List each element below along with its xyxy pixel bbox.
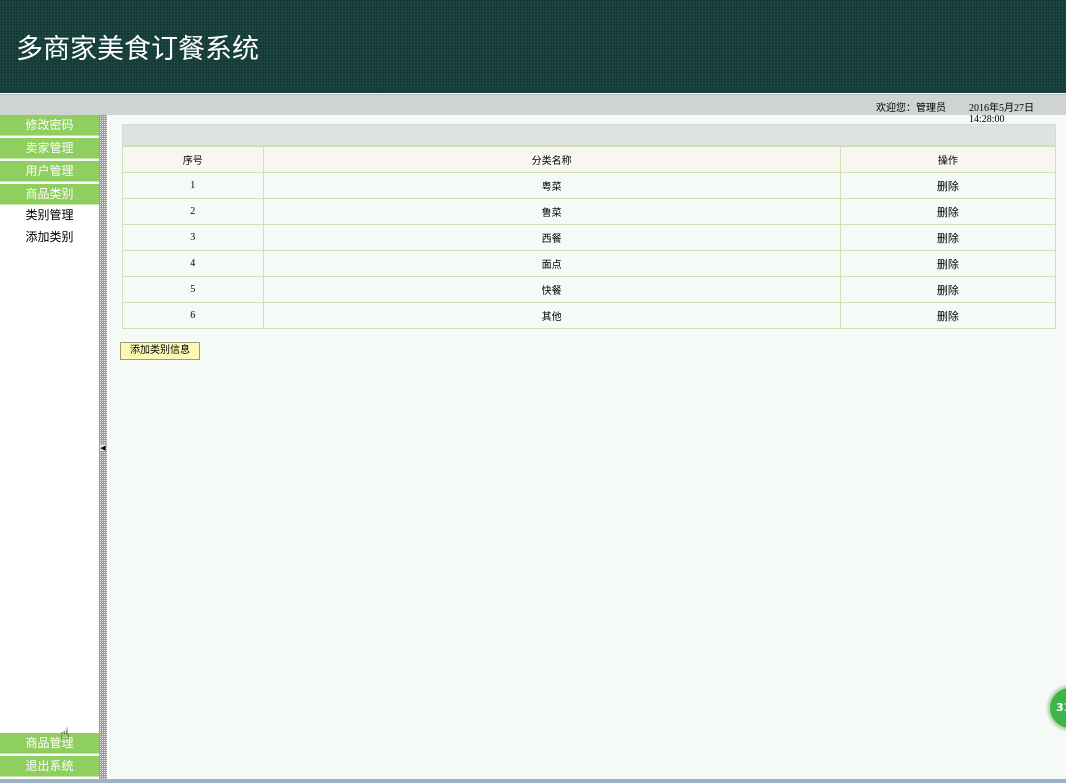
row-name: 粤菜 [262, 172, 841, 199]
table-row: 1 粤菜 删除 [122, 172, 1057, 199]
category-table: 序号 分类名称 操作 1 粤菜 删除 2 鲁菜 删除 3 西餐 删除 4 面点 … [122, 146, 1057, 329]
row-no: 3 [122, 224, 264, 251]
column-header-name: 分类名称 [262, 146, 841, 173]
column-header-action: 操作 [839, 146, 1057, 173]
sidebar-item-user-management[interactable]: 用户管理 [0, 161, 99, 182]
app-title: 多商家美食订餐系统 [16, 34, 259, 65]
sidebar-item-seller-management[interactable]: 卖家管理 [0, 138, 99, 159]
table-header-row: 序号 分类名称 操作 [122, 146, 1057, 173]
row-no: 1 [122, 172, 264, 199]
table-row: 5 快餐 删除 [122, 276, 1057, 303]
table-row: 6 其他 删除 [122, 302, 1057, 329]
welcome-text: 欢迎您：管理员 [876, 103, 946, 114]
table-row: 3 西餐 删除 [122, 224, 1057, 251]
delete-link[interactable]: 删除 [839, 224, 1057, 251]
row-no: 6 [122, 302, 264, 329]
sidebar-item-product-management[interactable]: 商品管理 [0, 733, 99, 754]
row-name: 快餐 [262, 276, 841, 303]
delete-link[interactable]: 删除 [839, 172, 1057, 199]
sidebar-subitem-category-management[interactable]: 类别管理 [0, 205, 99, 225]
app-header: 多商家美食订餐系统 [0, 0, 1066, 93]
row-no: 4 [122, 250, 264, 277]
delete-link[interactable]: 删除 [839, 302, 1057, 329]
caret-left-icon[interactable]: ◀ [100, 445, 106, 452]
bottom-bar [0, 779, 1066, 783]
info-bar: 欢迎您：管理员 2016年5月27日 14:28:00 [0, 94, 1066, 125]
sidebar: 修改密码 卖家管理 用户管理 商品类别 类别管理 添加类别 商品管理 退出系统 [0, 115, 99, 780]
floating-badge[interactable]: 31 [1048, 686, 1066, 730]
row-name: 其他 [262, 302, 841, 329]
datetime-text: 2016年5月27日 14:28:00 [969, 103, 1034, 125]
row-name: 鲁菜 [262, 198, 841, 225]
delete-link[interactable]: 删除 [839, 276, 1057, 303]
sidebar-item-change-password[interactable]: 修改密码 [0, 115, 99, 136]
sidebar-item-product-category[interactable]: 商品类别 [0, 184, 99, 205]
row-name: 面点 [262, 250, 841, 277]
row-no: 5 [122, 276, 264, 303]
sidebar-item-logout[interactable]: 退出系统 [0, 756, 99, 777]
row-no: 2 [122, 198, 264, 225]
sidebar-splitter[interactable]: ◀ [99, 115, 107, 780]
hand-pointer-icon: ☝ [60, 724, 70, 743]
table-row: 4 面点 删除 [122, 250, 1057, 277]
add-category-button[interactable]: 添加类别信息 [120, 342, 200, 360]
column-header-no: 序号 [122, 146, 264, 173]
delete-link[interactable]: 删除 [839, 198, 1057, 225]
table-title-bar [122, 124, 1056, 146]
delete-link[interactable]: 删除 [839, 250, 1057, 277]
sidebar-subitem-add-category[interactable]: 添加类别 [0, 227, 99, 247]
row-name: 西餐 [262, 224, 841, 251]
table-row: 2 鲁菜 删除 [122, 198, 1057, 225]
